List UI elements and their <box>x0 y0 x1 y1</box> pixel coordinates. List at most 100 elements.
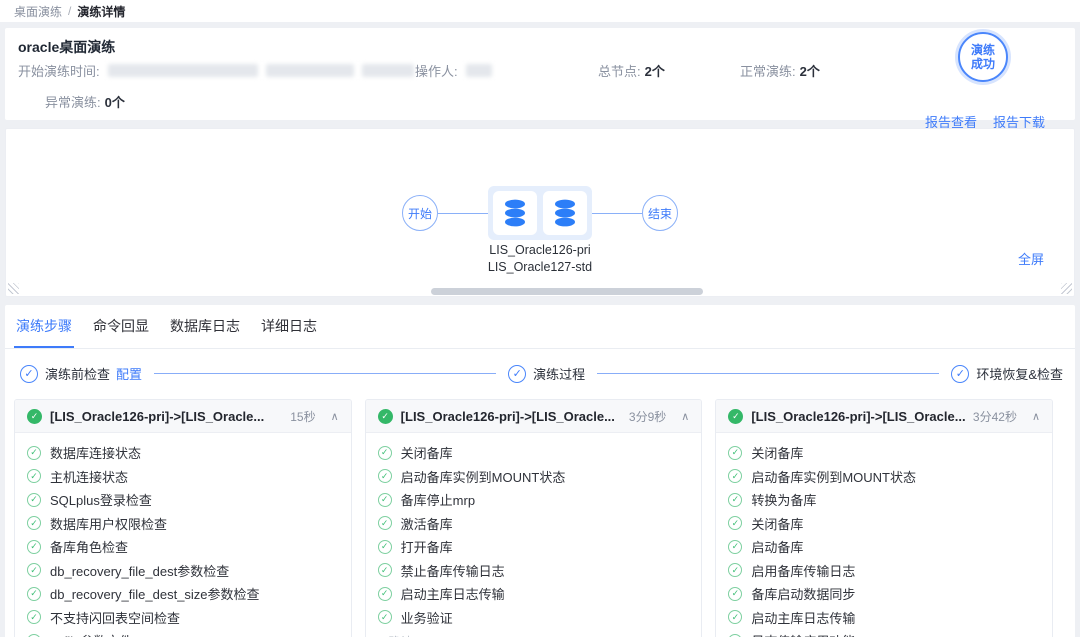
step-check-icon: ✓ <box>378 563 392 577</box>
step-item-label: 主机连接状态 <box>50 467 128 486</box>
success-check-icon: ✓ <box>728 409 743 424</box>
collapse-chevron-icon[interactable]: ∧ <box>1032 410 1040 423</box>
step-item: ✓ 备库角色检查 <box>27 535 339 559</box>
drill-summary-card: oracle桌面演练 开始演练时间: 操作人: 总节点: 2个 正常演练: 2个… <box>5 28 1075 120</box>
database-icon <box>502 199 528 227</box>
step-item: ✓ 备库停止mrp <box>378 488 690 512</box>
database-icon <box>552 199 578 227</box>
step-check-icon: ✓ <box>728 516 742 530</box>
tab-detail-log[interactable]: 详细日志 <box>259 305 319 348</box>
step-item-label: 启动主库日志传输 <box>751 608 855 627</box>
step-item: ✓ 打开备库 <box>378 535 690 559</box>
breadcrumb-current: 演练详情 <box>77 3 125 20</box>
step-item: ✓ db_recovery_file_dest参数检查 <box>27 559 339 583</box>
step-item: ✓ 启动备库实例到MOUNT状态 <box>728 465 1040 489</box>
db-node-primary[interactable] <box>493 191 537 235</box>
step-check-icon: ✓ <box>378 587 392 601</box>
abnormal-drill-label: 异常演练: <box>45 92 101 111</box>
process-card-title: [LIS_Oracle126-pri]->[LIS_Oracle... <box>401 409 621 424</box>
step-item: ✓ 禁止备库传输日志 <box>378 559 690 583</box>
db-pair-node[interactable] <box>488 186 592 240</box>
precheck-card-header[interactable]: ✓ [LIS_Oracle126-pri]->[LIS_Oracle... 15… <box>15 400 351 433</box>
step-check-icon: ✓ <box>27 446 41 460</box>
breadcrumb-separator: / <box>68 4 71 18</box>
phase1-label: 演练前检查 <box>45 364 110 383</box>
abnormal-drill-field: 异常演练: 0个 <box>45 92 125 111</box>
start-time-label: 开始演练时间: <box>18 61 100 80</box>
step-item-label: 关闭备库 <box>751 443 803 462</box>
tab-command-echo[interactable]: 命令回显 <box>91 305 151 348</box>
fullscreen-link[interactable]: 全屏 <box>1018 249 1044 268</box>
precheck-card: ✓ [LIS_Oracle126-pri]->[LIS_Oracle... 15… <box>14 399 352 637</box>
step-item-label: 备库停止mrp <box>401 490 475 509</box>
step-check-icon: ✓ <box>728 446 742 460</box>
step-check-icon: ✓ <box>27 610 41 624</box>
step-check-icon: ✓ <box>378 469 392 483</box>
step-item-label: db_recovery_file_dest_size参数检查 <box>50 584 260 603</box>
step-item: ✓ SQLplus登录检查 <box>27 488 339 512</box>
horizontal-scrollbar-thumb[interactable] <box>431 288 703 295</box>
step-item-label: 不支持闪回表空间检查 <box>50 608 180 627</box>
step-check-icon: ✓ <box>27 516 41 530</box>
phase2-label: 演练过程 <box>533 364 585 383</box>
step-item: ✓ 数据库连接状态 <box>27 441 339 465</box>
step-check-icon: ✓ <box>378 610 392 624</box>
step-item-label: 备库角色检查 <box>50 537 128 556</box>
step-check-icon: ✓ <box>27 563 41 577</box>
step-item-label: 启动备库 <box>751 537 803 556</box>
process-duration: 3分9秒 <box>629 408 666 425</box>
recovery-duration: 3分42秒 <box>973 408 1017 425</box>
total-nodes-field: 总节点: 2个 <box>598 61 665 80</box>
flow-end-node[interactable]: 结束 <box>642 195 678 231</box>
redacted-start-time <box>108 64 258 77</box>
redacted-start-time-2 <box>266 64 354 77</box>
step-item: ✓ 主机连接状态 <box>27 465 339 489</box>
step-item: ✓ 启动主库日志传输 <box>728 606 1040 630</box>
normal-drill-label: 正常演练: <box>740 61 796 80</box>
drill-success-badge-text: 演练成功 <box>971 43 995 71</box>
process-card-header[interactable]: ✓ [LIS_Oracle126-pri]->[LIS_Oracle... 3分… <box>366 400 702 433</box>
step-check-icon: ✓ <box>27 469 41 483</box>
step-check-icon: ✓ <box>728 610 742 624</box>
topology-panel: 开始 结束 LIS_Oracle126-pri LIS_Orac <box>5 128 1075 297</box>
resize-handle-left[interactable] <box>8 283 19 294</box>
collapse-chevron-icon[interactable]: ∧ <box>331 410 339 423</box>
step-check-icon: ✓ <box>378 446 392 460</box>
step-item-label: 启动主库日志传输 <box>401 584 505 603</box>
step-check-icon: ✓ <box>27 587 41 601</box>
step-item-label: 打开备库 <box>401 537 453 556</box>
collapse-chevron-icon[interactable]: ∧ <box>681 410 689 423</box>
step-check-icon: ✓ <box>728 587 742 601</box>
step-item: ✓ 日志传输应用功能 <box>728 629 1040 637</box>
drill-success-badge: 演练成功 <box>958 32 1008 82</box>
tab-database-log[interactable]: 数据库日志 <box>168 305 242 348</box>
step-check-icon: ✓ <box>378 540 392 554</box>
precheck-duration: 15秒 <box>290 408 315 425</box>
breadcrumb-parent[interactable]: 桌面演练 <box>14 3 62 20</box>
step-item: ✓ 关闭备库 <box>728 512 1040 536</box>
success-check-icon: ✓ <box>27 409 42 424</box>
tab-drill-steps[interactable]: 演练步骤 <box>14 305 74 348</box>
flow-diagram: 开始 结束 <box>6 186 1074 240</box>
total-nodes-value: 2个 <box>645 61 665 80</box>
step-item: ✓ 备库启动数据同步 <box>728 582 1040 606</box>
db-primary-label: LIS_Oracle126-pri <box>6 242 1074 259</box>
operator-field: 操作人: <box>415 61 492 80</box>
tab-bar: 演练步骤 命令回显 数据库日志 详细日志 <box>5 305 1075 349</box>
step-check-icon: ✓ <box>378 493 392 507</box>
operator-label: 操作人: <box>415 61 458 80</box>
normal-drill-field: 正常演练: 2个 <box>740 61 820 80</box>
step-check-icon: ✓ <box>27 493 41 507</box>
success-check-icon: ✓ <box>378 409 393 424</box>
step-check-icon: ✓ <box>27 540 41 554</box>
flow-start-node[interactable]: 开始 <box>402 195 438 231</box>
step-check-icon: ✓ <box>728 469 742 483</box>
step-item: ✓ 关闭备库 <box>378 441 690 465</box>
recovery-card-header[interactable]: ✓ [LIS_Oracle126-pri]->[LIS_Oracle... 3分… <box>716 400 1052 433</box>
step-item: ✓ 启动备库 <box>728 535 1040 559</box>
total-nodes-label: 总节点: <box>598 61 641 80</box>
phase1-config-link[interactable]: 配置 <box>116 364 142 383</box>
phase1-check-icon: ✓ <box>20 365 38 383</box>
resize-handle-right[interactable] <box>1061 283 1072 294</box>
db-node-standby[interactable] <box>543 191 587 235</box>
